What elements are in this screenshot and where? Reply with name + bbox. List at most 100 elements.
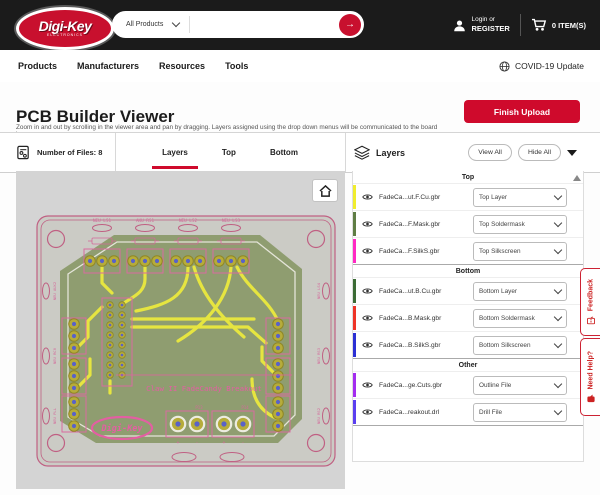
layer-color-bar	[353, 212, 356, 236]
board-label: -	[196, 441, 199, 446]
eye-icon[interactable]	[362, 193, 373, 201]
layer-group-rows: FadeCa...ut.B.Cu.gbr Bottom Layer FadeCa…	[353, 277, 583, 358]
files-count-label: Number of Files: 8	[37, 148, 102, 157]
cart-icon	[531, 18, 547, 32]
site-header: Digi-Key ELECTRONICS All Products → Logi…	[0, 0, 600, 50]
nav-item-manufacturers[interactable]: Manufacturers	[77, 61, 139, 71]
board-label: P14	[241, 405, 249, 410]
header-divider	[520, 14, 521, 36]
layer-color-bar	[353, 400, 356, 424]
tab-top[interactable]: Top	[218, 136, 240, 169]
board-label: +	[223, 441, 226, 446]
search-category-value: All Products	[126, 21, 163, 28]
nav-item-tools[interactable]: Tools	[225, 61, 248, 71]
layer-assignment-dropdown[interactable]: Bottom Layer	[473, 282, 567, 301]
main-nav: Products Manufacturers Resources Tools C…	[0, 50, 600, 83]
layer-file-name: FadeCa...F.SilkS.gbr	[379, 248, 473, 255]
layer-row: FadeCa...B.Mask.gbr Bottom Soldermask	[353, 304, 583, 331]
eye-icon[interactable]	[362, 381, 373, 389]
search-category-dropdown[interactable]: All Products	[112, 16, 190, 33]
account-area: Login orREGISTER 0 ITEM(S)	[453, 0, 586, 50]
layer-assignment-dropdown[interactable]: Top Silkscreen	[473, 242, 567, 261]
view-all-button[interactable]: View All	[468, 144, 512, 161]
layer-group-title: Bottom	[353, 265, 583, 277]
layer-file-name: FadeCa...ut.F.Cu.gbr	[379, 194, 473, 201]
feedback-icon	[587, 317, 595, 325]
board-label: NEU RC0	[52, 347, 57, 364]
need-help-label: Need Help?	[587, 351, 594, 390]
layer-file-name: FadeCa...F.Mask.gbr	[379, 221, 473, 228]
cart-count-label: 0 ITEM(S)	[552, 21, 586, 30]
layer-file-name: FadeCa...B.Mask.gbr	[379, 315, 473, 322]
layer-assignment-dropdown[interactable]: Top Layer	[473, 188, 567, 207]
chevron-down-icon	[554, 191, 562, 199]
viewer-toolbar: Number of Files: 8 Layers Top Bottom Lay…	[0, 132, 600, 173]
tab-layers[interactable]: Layers	[158, 136, 192, 169]
chevron-down-icon	[554, 339, 562, 347]
login-register-link[interactable]: Login orREGISTER	[453, 16, 509, 34]
eye-icon[interactable]	[362, 408, 373, 416]
eye-icon[interactable]	[362, 341, 373, 349]
hide-all-button[interactable]: Hide All	[518, 144, 561, 161]
nav-item-resources[interactable]: Resources	[159, 61, 205, 71]
layer-assignment-value: Top Layer	[474, 194, 555, 201]
board-label: NEU LS4	[316, 282, 321, 299]
search-button[interactable]: →	[339, 14, 361, 36]
layer-group-title: Top	[353, 171, 583, 183]
board-label: NEU RS3	[316, 348, 321, 364]
search-input[interactable]	[190, 15, 339, 35]
layer-assignment-dropdown[interactable]: Drill File	[473, 403, 567, 422]
layer-groups: Top FadeCa...ut.F.Cu.gbr Top Layer FadeC…	[353, 171, 583, 426]
board-label: NEU PLL	[52, 407, 57, 424]
layer-assignment-dropdown[interactable]: Top Soldermask	[473, 215, 567, 234]
layer-assignment-dropdown[interactable]: Bottom Soldermask	[473, 309, 567, 328]
layer-group: Top FadeCa...ut.F.Cu.gbr Top Layer FadeC…	[353, 171, 583, 265]
covid-label: COVID-19 Update	[515, 61, 584, 71]
cart-button[interactable]: 0 ITEM(S)	[531, 18, 586, 32]
layer-row: FadeCa...ut.B.Cu.gbr Bottom Layer	[353, 277, 583, 304]
board-label: NEU LS1	[93, 218, 112, 224]
files-icon	[16, 145, 31, 160]
panel-collapse-caret[interactable]	[567, 150, 577, 156]
eye-icon[interactable]	[362, 314, 373, 322]
layer-assignment-dropdown[interactable]: Outline File	[473, 376, 567, 395]
eye-icon[interactable]	[362, 220, 373, 228]
layer-group: Other FadeCa...ge.Cuts.gbr Outline File …	[353, 359, 583, 426]
layers-panel: Top FadeCa...ut.F.Cu.gbr Top Layer FadeC…	[352, 171, 584, 462]
finish-upload-button[interactable]: Finish Upload	[464, 100, 580, 123]
need-help-tab[interactable]: Need Help?	[580, 338, 600, 416]
arrow-right-icon: →	[345, 19, 355, 30]
pcb-viewer-canvas[interactable]: NEU LS1 AKU RS1 NEU LS2 NEU LS3	[16, 171, 345, 489]
layer-row: FadeCa...reakout.drl Drill File	[353, 398, 583, 425]
layer-file-name: FadeCa...ut.B.Cu.gbr	[379, 288, 473, 295]
layer-group-rows: FadeCa...ge.Cuts.gbr Outline File FadeCa…	[353, 371, 583, 425]
logo-text: Digi-Key	[39, 19, 92, 33]
number-of-files: Number of Files: 8	[16, 133, 102, 172]
search-bar: All Products →	[112, 11, 364, 38]
reset-view-button[interactable]	[312, 179, 338, 202]
viewer-tabs: Layers Top Bottom	[130, 133, 330, 172]
content-area: PCB Builder Viewer Zoom in and out by sc…	[0, 82, 600, 495]
tab-bottom[interactable]: Bottom	[266, 136, 302, 169]
layer-assignment-value: Top Soldermask	[474, 221, 555, 228]
layer-row: FadeCa...ge.Cuts.gbr Outline File	[353, 371, 583, 398]
layer-group: Bottom FadeCa...ut.B.Cu.gbr Bottom Layer…	[353, 265, 583, 359]
chevron-down-icon	[554, 285, 562, 293]
chevron-down-icon	[554, 379, 562, 387]
eye-icon[interactable]	[362, 287, 373, 295]
covid-update-link[interactable]: COVID-19 Update	[499, 61, 584, 72]
board-label: NEU RS2	[316, 408, 321, 424]
help-bubble-icon	[587, 395, 595, 403]
globe-icon	[499, 61, 510, 72]
layer-assignment-dropdown[interactable]: Bottom Silkscreen	[473, 336, 567, 355]
layer-assignment-value: Bottom Layer	[474, 288, 555, 295]
layer-color-bar	[353, 306, 356, 330]
digikey-logo[interactable]: Digi-Key ELECTRONICS	[16, 7, 114, 50]
layer-assignment-value: Drill File	[474, 409, 555, 416]
eye-icon[interactable]	[362, 247, 373, 255]
layer-group-title: Other	[353, 359, 583, 371]
layer-assignment-value: Outline File	[474, 382, 555, 389]
nav-item-products[interactable]: Products	[18, 61, 57, 71]
feedback-tab[interactable]: Feedback	[580, 268, 600, 336]
layer-color-bar	[353, 373, 356, 397]
